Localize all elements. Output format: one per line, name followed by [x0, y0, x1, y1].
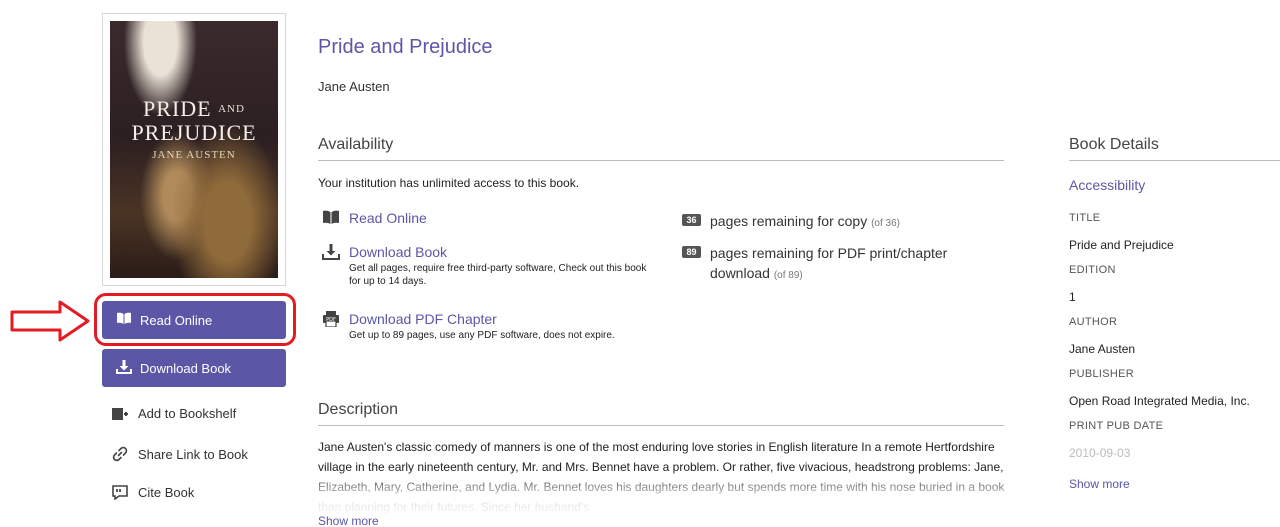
- pdf-quota-total: (of 89): [773, 270, 803, 281]
- cover-title-line1: PRIDE: [143, 96, 212, 121]
- download-book-label: Download Book: [140, 360, 232, 376]
- read-online-label: Read Online: [140, 312, 213, 328]
- add-to-bookshelf-link[interactable]: Add to Bookshelf: [112, 406, 236, 421]
- option-read-online: Read Online: [322, 210, 427, 226]
- detail-publisher-value: Open Road Integrated Media, Inc.: [1069, 394, 1250, 408]
- download-book-button[interactable]: Download Book: [102, 349, 286, 387]
- detail-edition-label: EDITION: [1069, 264, 1116, 276]
- description-fade: [318, 470, 1008, 520]
- download-pdf-note: Get up to 89 pages, use any PDF software…: [349, 330, 615, 341]
- availability-heading: Availability: [318, 136, 1004, 161]
- pdf-quota-label: pages remaining for PDF print/chapter do…: [710, 245, 948, 281]
- copy-count-badge: 36: [682, 214, 701, 226]
- detail-title-value: Pride and Prejudice: [1069, 238, 1174, 252]
- cite-book-link[interactable]: Cite Book: [112, 485, 194, 500]
- pdf-quota-text: pages remaining for PDF print/chapter do…: [710, 243, 980, 286]
- read-online-link[interactable]: Read Online: [349, 210, 427, 226]
- pdf-count-badge: 89: [682, 246, 701, 258]
- option-download-book: Download Book Get all pages, require fre…: [322, 244, 649, 288]
- description-show-more-link[interactable]: Show more: [318, 514, 379, 527]
- read-online-button[interactable]: Read Online: [102, 301, 286, 339]
- svg-text:PDF: PDF: [326, 317, 336, 323]
- detail-author-label: AUTHOR: [1069, 316, 1118, 328]
- share-link-to-book[interactable]: Share Link to Book: [112, 446, 248, 462]
- copy-quota-text: pages remaining for copy (of 36): [710, 211, 900, 234]
- download-icon: [116, 359, 132, 377]
- details-show-more-link[interactable]: Show more: [1069, 477, 1130, 491]
- access-status-text: Your institution has unlimited access to…: [318, 176, 580, 190]
- open-book-icon: [116, 312, 132, 328]
- description-heading: Description: [318, 401, 1004, 426]
- book-title: Pride and Prejudice: [318, 36, 493, 58]
- detail-pubdate-label: PRINT PUB DATE: [1069, 420, 1164, 432]
- quote-icon: [112, 485, 128, 500]
- red-arrow-annotation: [10, 300, 90, 342]
- cover-author: JANE AUSTEN: [152, 149, 236, 161]
- cover-title-line2: PREJUDICE: [131, 120, 257, 145]
- cite-book-label: Cite Book: [138, 485, 195, 500]
- download-book-note: Get all pages, require free third-party …: [349, 263, 647, 287]
- link-icon: [112, 446, 128, 462]
- copy-quota-label: pages remaining for copy: [710, 213, 868, 229]
- open-book-icon: [322, 210, 340, 226]
- option-download-pdf: PDF Download PDF Chapter Get up to 89 pa…: [322, 311, 649, 342]
- share-link-label: Share Link to Book: [138, 446, 248, 462]
- download-book-link[interactable]: Download Book: [349, 244, 447, 260]
- cover-title-and: AND: [218, 103, 245, 115]
- book-author: Jane Austen: [318, 79, 390, 94]
- book-cover-image: PRIDE AND PREJUDICE JANE AUSTEN: [110, 21, 278, 278]
- download-icon: [322, 244, 340, 260]
- copy-quota: 36 pages remaining for copy (of 36): [682, 211, 900, 234]
- pdf-quota: 89 pages remaining for PDF print/chapter…: [682, 243, 980, 286]
- add-to-bookshelf-label: Add to Bookshelf: [138, 406, 237, 421]
- detail-edition-value: 1: [1069, 290, 1076, 304]
- copy-quota-total: (of 36): [871, 218, 900, 229]
- cover-title: PRIDE AND PREJUDICE: [110, 97, 278, 144]
- book-details-heading: Book Details: [1069, 136, 1280, 161]
- detail-publisher-label: PUBLISHER: [1069, 368, 1135, 380]
- detail-pubdate-value: 2010-09-03: [1069, 446, 1131, 460]
- accessibility-link[interactable]: Accessibility: [1069, 177, 1145, 193]
- pdf-icon: PDF: [322, 311, 340, 327]
- download-pdf-chapter-link[interactable]: Download PDF Chapter: [349, 311, 497, 327]
- detail-title-label: TITLE: [1069, 212, 1101, 224]
- book-cover: PRIDE AND PREJUDICE JANE AUSTEN: [102, 13, 286, 286]
- bookshelf-add-icon: [112, 407, 128, 421]
- detail-author-value: Jane Austen: [1069, 342, 1136, 356]
